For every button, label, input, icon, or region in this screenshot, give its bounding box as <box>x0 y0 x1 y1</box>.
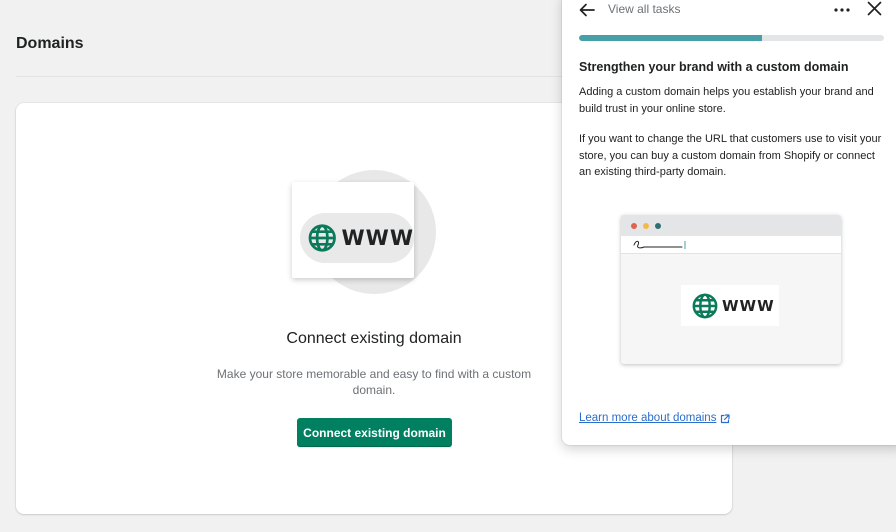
browser-www-card: WWW <box>681 285 779 326</box>
illustration-sheet: WWW <box>292 182 414 278</box>
globe-icon <box>308 224 336 252</box>
setup-progress-fill <box>579 35 762 41</box>
globe-icon <box>692 293 718 318</box>
setup-progress-bar <box>579 35 884 41</box>
domain-illustration: WWW <box>292 170 440 294</box>
learn-more-domains-link[interactable]: Learn more about domains <box>579 412 716 424</box>
view-all-tasks-link[interactable]: View all tasks <box>608 2 680 16</box>
browser-illustration: WWW <box>621 215 841 364</box>
browser-dot-yellow <box>643 223 649 229</box>
setup-guide-panel: View all tasks Strengthen your brand wit… <box>562 0 896 445</box>
handwriting-squiggle-icon <box>633 240 686 249</box>
panel-paragraph-1: Adding a custom domain helps you establi… <box>579 86 874 115</box>
close-icon[interactable] <box>867 1 882 16</box>
panel-paragraph-2: If you want to change the URL that custo… <box>579 133 882 178</box>
empty-state-description: Make your store memorable and easy to fi… <box>216 367 532 397</box>
browser-titlebar <box>621 215 841 236</box>
arrow-left-icon[interactable] <box>578 2 596 18</box>
browser-url-bar <box>621 236 841 254</box>
browser-dot-teal <box>655 223 661 229</box>
page-title: Domains <box>16 35 84 52</box>
illustration-www-pill: WWW <box>300 213 414 263</box>
panel-heading: Strengthen your brand with a custom doma… <box>579 60 849 74</box>
external-link-icon[interactable] <box>720 414 730 424</box>
illustration-www-text: WWW <box>341 226 414 250</box>
browser-dot-red <box>631 223 637 229</box>
browser-www-text: WWW <box>722 296 775 315</box>
more-horizontal-icon[interactable] <box>834 8 850 12</box>
connect-existing-domain-button[interactable]: Connect existing domain <box>297 418 452 447</box>
